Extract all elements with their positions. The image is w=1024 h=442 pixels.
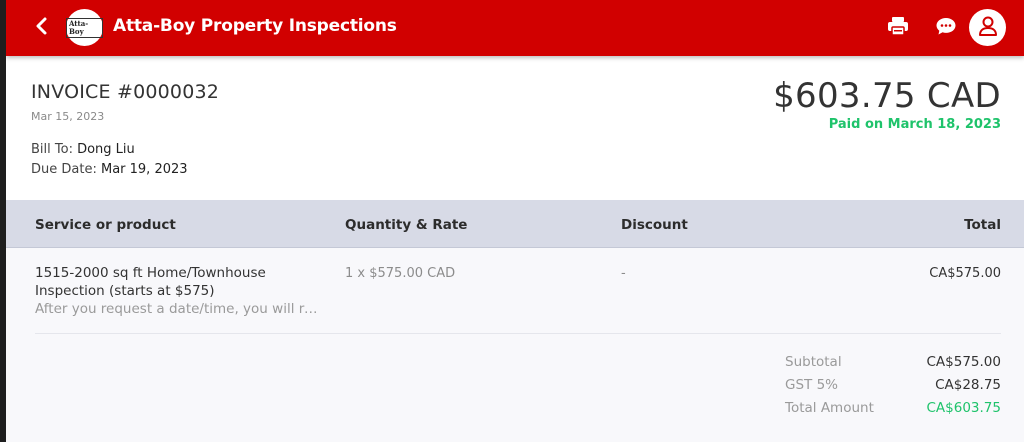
print-icon <box>887 16 909 40</box>
total-amount-label: Total Amount <box>785 400 874 416</box>
invoice-title: INVOICE #0000032 <box>31 81 220 103</box>
tax-label: GST 5% <box>785 377 838 393</box>
table-header: Service or product Quantity & Rate Disco… <box>6 200 1024 248</box>
total-amount-value: CA$603.75 <box>926 400 1002 416</box>
logo-text: Atta-Boy <box>66 17 103 38</box>
due-date-value: Mar 19, 2023 <box>100 162 188 177</box>
table-body: 1515-2000 sq ft Home/Townhouse Inspectio… <box>6 248 1024 442</box>
print-button[interactable] <box>884 14 912 42</box>
back-button[interactable] <box>28 14 56 42</box>
app-title: Atta-Boy Property Inspections <box>113 16 397 36</box>
tax-value: CA$28.75 <box>935 377 1001 393</box>
item-total: CA$575.00 <box>929 266 1001 281</box>
column-total: Total <box>964 217 1001 233</box>
bill-to-label: Bill To: <box>31 142 73 157</box>
due-date: Due Date: Mar 19, 2023 <box>31 162 188 177</box>
chat-button[interactable] <box>932 14 960 42</box>
app-header: Atta-Boy Atta-Boy Property Inspections <box>6 0 1024 56</box>
subtotal-value: CA$575.00 <box>926 354 1002 370</box>
subtotal-label: Subtotal <box>785 354 842 370</box>
user-icon <box>977 15 999 41</box>
back-arrow-icon <box>34 16 50 40</box>
invoice-amount: $603.75 CAD <box>773 76 1001 116</box>
bill-to-value: Dong Liu <box>77 142 135 157</box>
due-date-label: Due Date: <box>31 162 97 177</box>
column-discount: Discount <box>621 217 688 233</box>
column-service: Service or product <box>35 217 176 233</box>
item-description: After you request a date/time, you will … <box>35 301 325 317</box>
bill-to: Bill To: Dong Liu <box>31 142 135 157</box>
profile-button[interactable] <box>969 9 1006 46</box>
invoice-window: Atta-Boy Atta-Boy Property Inspections I… <box>6 0 1024 442</box>
item-quantity-rate: 1 x $575.00 CAD <box>345 266 456 281</box>
chat-icon <box>935 16 957 40</box>
company-logo: Atta-Boy <box>66 9 103 46</box>
column-quantity: Quantity & Rate <box>345 217 468 233</box>
paid-status: Paid on March 18, 2023 <box>828 117 1001 132</box>
table-row: 1515-2000 sq ft Home/Townhouse Inspectio… <box>35 248 1001 334</box>
item-name: 1515-2000 sq ft Home/Townhouse Inspectio… <box>35 265 266 299</box>
invoice-date: Mar 15, 2023 <box>31 110 105 123</box>
item-discount: - <box>621 266 626 281</box>
